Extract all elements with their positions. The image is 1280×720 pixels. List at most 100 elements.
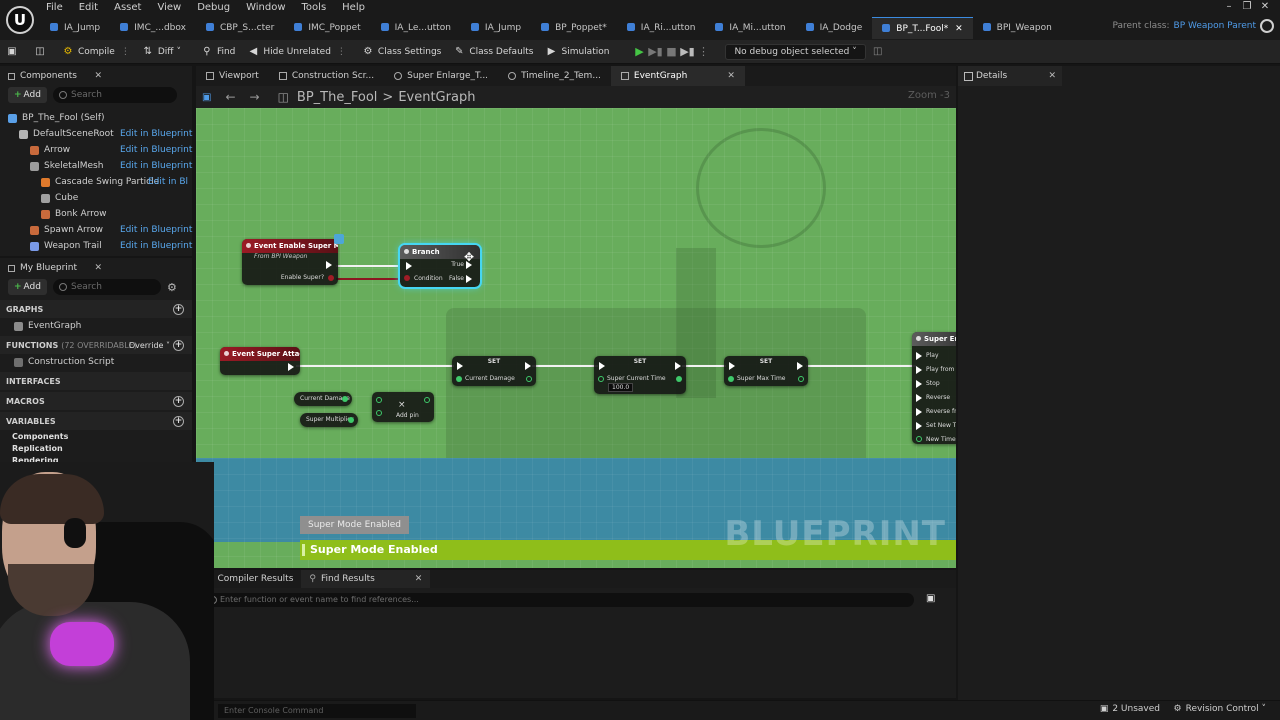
back-arrow-icon[interactable]: ← (225, 90, 235, 104)
exec-pin-false[interactable] (466, 275, 472, 283)
component-item[interactable]: Bonk Arrow (0, 206, 192, 222)
simulation-button[interactable]: ▶ Simulation (540, 40, 616, 64)
node-multiply[interactable]: × Add pin (372, 392, 434, 422)
hide-unrelated-button[interactable]: ◀ Hide Unrelated ⋮ (241, 40, 352, 64)
component-item[interactable]: Spawn Arrow Edit in Blueprint (0, 222, 192, 238)
revision-control-button[interactable]: ⚙ Revision Control ˅ (1174, 704, 1266, 714)
component-item[interactable]: DefaultSceneRoot Edit in Blueprint (0, 126, 192, 142)
float-pin-in[interactable] (376, 397, 382, 403)
close-icon[interactable]: ✕ (952, 24, 963, 34)
edit-in-blueprint-link[interactable]: Edit in Blueprint (120, 161, 192, 171)
exec-pin-out[interactable] (326, 261, 332, 269)
exec-pin-in[interactable] (457, 362, 463, 370)
close-icon[interactable]: ✕ (727, 71, 735, 81)
search-icon[interactable] (1260, 19, 1274, 33)
timeline-pin-in[interactable] (916, 380, 922, 388)
float-pin-out[interactable] (676, 376, 682, 382)
tab-find-results[interactable]: ⚲ Find Results ✕ (301, 570, 431, 588)
unreal-logo-icon[interactable]: U (6, 6, 34, 34)
node-timeline-super-enlarge[interactable]: Super Enlar Play Play from St Stop Reverse R… (912, 332, 956, 444)
doc-tab-1[interactable]: IMC_...dbox (110, 17, 196, 39)
macros-section[interactable]: MACROS + (0, 392, 192, 410)
node-get-super-multiplier[interactable]: Super Multiplier (300, 413, 358, 427)
parent-class-link[interactable]: BP Weapon Parent (1174, 21, 1256, 31)
play-icon[interactable]: ▶ (631, 44, 647, 60)
save-button[interactable]: ▣ (0, 40, 28, 64)
event-graph-canvas[interactable]: Event Enable Super Mode From BPI Weapon … (196, 108, 956, 568)
console-input[interactable]: Enter Console Command (218, 704, 416, 718)
components-search-input[interactable]: Search (52, 87, 177, 103)
component-item[interactable]: Arrow Edit in Blueprint (0, 142, 192, 158)
float-pin-out[interactable] (798, 376, 804, 382)
debug-object-dropdown[interactable]: No debug object selected ˅ (725, 43, 866, 60)
doc-tab-0[interactable]: IA_Jump (40, 17, 110, 39)
timeline-pin-in[interactable] (916, 394, 922, 402)
variable-group-components[interactable]: Components (0, 430, 192, 442)
close-icon[interactable]: ✕ (94, 263, 102, 273)
timeline-pin-in[interactable] (916, 422, 922, 430)
menu-window[interactable]: Window (238, 0, 293, 16)
variable-group-replication[interactable]: Replication (0, 442, 192, 454)
edit-in-blueprint-link[interactable]: Edit in Blueprint (120, 145, 192, 155)
menu-debug[interactable]: Debug (189, 0, 238, 16)
menu-edit[interactable]: Edit (71, 0, 106, 16)
timeline-pin-in[interactable] (916, 352, 922, 360)
graph-menu-icon[interactable]: ▣ (202, 92, 211, 103)
node-set-current-damage[interactable]: SET Current Damage (452, 356, 536, 386)
override-dropdown[interactable]: Override ˅ (129, 341, 170, 350)
node-event-super-attack[interactable]: Event Super Attack (220, 347, 300, 375)
close-icon[interactable]: ✕ (1256, 0, 1274, 14)
add-member-button[interactable]: + Add (8, 279, 47, 295)
node-event-enable-super-mode[interactable]: Event Enable Super Mode From BPI Weapon … (242, 239, 338, 285)
exec-pin-in[interactable] (406, 262, 412, 270)
tab-super-enlarge[interactable]: Super Enlarge_T... (384, 66, 498, 86)
bool-pin-in[interactable] (404, 275, 410, 281)
edit-in-blueprint-link[interactable]: Edit in Blueprint (120, 129, 192, 139)
exec-pin-out[interactable] (288, 363, 294, 371)
timeline-pin-in[interactable] (916, 436, 922, 442)
menu-view[interactable]: View (149, 0, 189, 16)
breadcrumb-blueprint[interactable]: BP_The_Fool (297, 90, 377, 105)
eject-icon[interactable]: ▶▮ (679, 44, 695, 60)
doc-tab-4[interactable]: IA_Le...utton (371, 17, 461, 39)
float-pin-in[interactable] (376, 410, 382, 416)
float-pin-in[interactable] (456, 376, 462, 382)
tab-construction-script[interactable]: Construction Scr... (269, 66, 384, 86)
doc-tab-9[interactable]: IA_Dodge (796, 17, 873, 39)
exec-pin-out[interactable] (525, 362, 531, 370)
node-set-super-current-time[interactable]: SET Super Current Time 100.0 (594, 356, 686, 394)
forward-arrow-icon[interactable]: → (250, 90, 260, 104)
float-pin-in[interactable] (728, 376, 734, 382)
menu-help[interactable]: Help (334, 0, 373, 16)
component-item[interactable]: Cascade Swing Particle Edit in Bl (0, 174, 192, 190)
component-item[interactable]: BP_The_Fool (Self) (0, 110, 192, 126)
tab-viewport[interactable]: Viewport (196, 66, 269, 86)
components-tab[interactable]: Components ✕ (0, 66, 192, 86)
component-item[interactable]: Weapon Trail Edit in Blueprint (0, 238, 192, 254)
minimize-icon[interactable]: – (1220, 0, 1238, 14)
step-icon[interactable]: ▶▮ (647, 44, 663, 60)
class-settings-button[interactable]: ⚙ Class Settings (356, 40, 447, 64)
add-variable-icon[interactable]: + (173, 415, 184, 427)
binoculars-icon[interactable]: ▣ (926, 593, 935, 604)
restore-icon[interactable]: ❐ (1238, 0, 1256, 14)
component-item[interactable]: Cube (0, 190, 192, 206)
my-blueprint-tab[interactable]: My Blueprint ✕ (0, 258, 192, 278)
function-item-construction-script[interactable]: Construction Script (0, 354, 192, 370)
doc-tab-10[interactable]: BP_T...Fool* ✕ (872, 17, 973, 39)
close-icon[interactable]: ✕ (415, 574, 423, 584)
menu-asset[interactable]: Asset (106, 0, 149, 16)
add-component-button[interactable]: + Add (8, 87, 47, 103)
details-tab[interactable]: Details ✕ (958, 66, 1062, 86)
unsaved-indicator[interactable]: ▣ 2 Unsaved (1100, 704, 1160, 714)
timeline-pin-in[interactable] (916, 366, 922, 374)
bool-pin-out[interactable] (328, 275, 334, 281)
doc-tab-8[interactable]: IA_Mi...utton (705, 17, 795, 39)
add-macro-icon[interactable]: + (173, 395, 184, 407)
doc-tab-3[interactable]: IMC_Poppet (284, 17, 370, 39)
float-pin-out[interactable] (348, 417, 354, 423)
more-icon[interactable]: ⋮ (695, 44, 711, 60)
doc-tab-11[interactable]: BPI_Weapon (973, 17, 1062, 39)
close-icon[interactable]: ✕ (94, 71, 102, 81)
close-icon[interactable]: ✕ (1048, 71, 1056, 81)
